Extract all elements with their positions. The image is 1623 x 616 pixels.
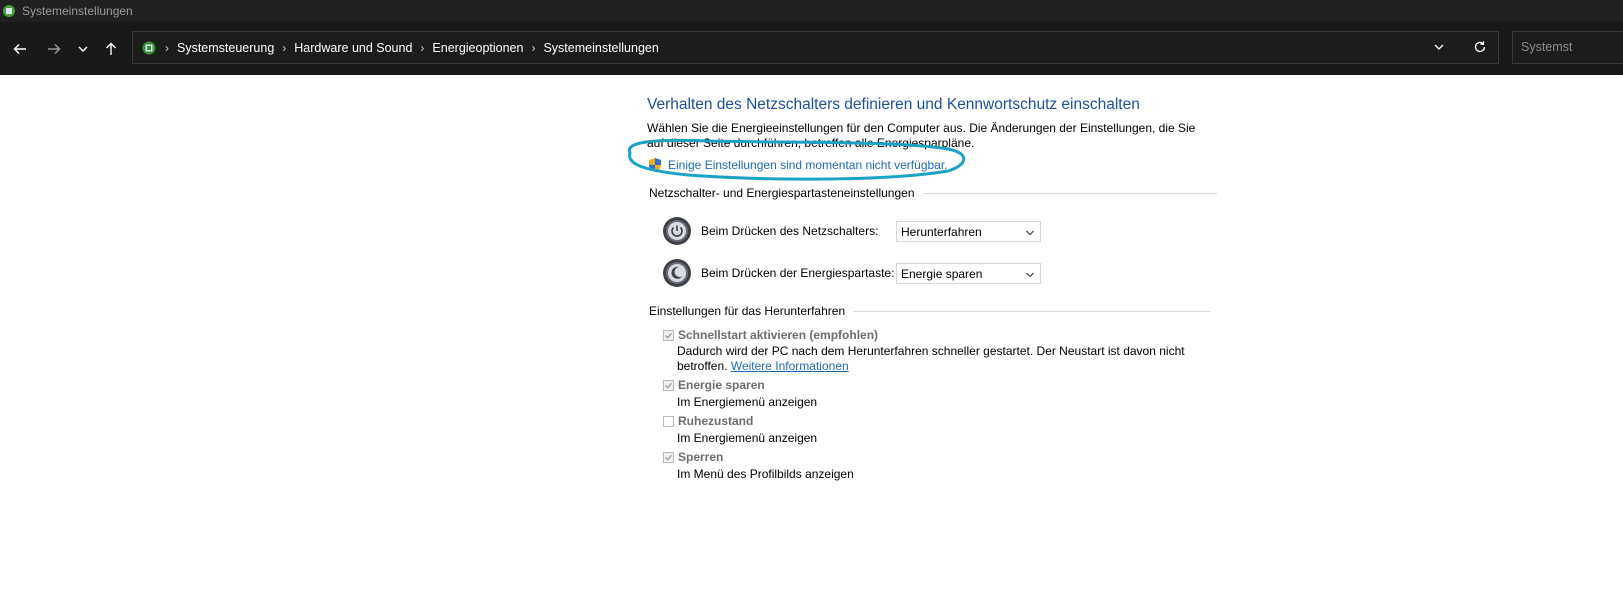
divider: [922, 192, 1217, 194]
fast-startup-description: Dadurch wird der PC nach dem Herunterfah…: [677, 344, 1185, 358]
sleep-button-action-value: Energie sparen: [901, 267, 983, 281]
sleep-checkbox[interactable]: [663, 380, 674, 391]
sleep-button-icon: [663, 259, 691, 287]
power-button-icon: [663, 217, 691, 245]
unavailable-settings-label[interactable]: Einige Einstellungen sind momentan nicht…: [668, 158, 948, 172]
power-button-action-value: Herunterfahren: [901, 225, 982, 239]
power-button-action-select[interactable]: Herunterfahren: [896, 221, 1041, 242]
checkmark-icon: [665, 332, 672, 339]
hibernate-option-description: Im Energiemenü anzeigen: [677, 431, 818, 445]
chevron-right-icon[interactable]: ›: [531, 41, 535, 55]
page-title: Verhalten des Netzschalters definieren u…: [647, 96, 1140, 113]
hibernate-option-label: Ruhezustand: [678, 414, 754, 428]
page-description: Wählen Sie die Energieeinstellungen für …: [647, 121, 1196, 150]
breadcrumb: › Systemsteuerung › Hardware und Sound ›…: [163, 32, 659, 63]
sleep-option-label: Energie sparen: [678, 378, 765, 392]
checkmark-icon: [665, 382, 672, 389]
fast-startup-checkbox[interactable]: [663, 330, 674, 341]
control-panel-icon: [3, 5, 15, 17]
fast-startup-description-tail: betroffen.: [677, 359, 728, 373]
breadcrumb-item-systemsteuerung[interactable]: Systemsteuerung: [177, 41, 274, 55]
shutdown-section-title: Einstellungen für das Herunterfahren: [649, 304, 1211, 318]
sleep-option-description: Im Energiemenü anzeigen: [677, 395, 818, 409]
chevron-down-icon: [1026, 272, 1034, 278]
unavailable-settings-link[interactable]: Einige Einstellungen sind momentan nicht…: [647, 156, 948, 174]
back-button[interactable]: [9, 38, 31, 60]
section-title-label: Netzschalter- und Energiespartasteneinst…: [649, 186, 915, 200]
forward-button[interactable]: [43, 38, 65, 60]
refresh-icon[interactable]: [1473, 40, 1487, 54]
chevron-down-icon[interactable]: [1433, 41, 1445, 53]
arrow-left-icon: [13, 44, 26, 54]
section-title-label: Einstellungen für das Herunterfahren: [649, 304, 846, 318]
chevron-right-icon: ›: [165, 40, 169, 55]
fast-startup-label: Schnellstart aktivieren (empfohlen): [678, 328, 879, 342]
search-input[interactable]: Systemst: [1512, 31, 1623, 64]
arrow-up-icon: [106, 42, 116, 55]
hibernate-checkbox[interactable]: [663, 416, 674, 427]
sleep-button-label: Beim Drücken der Energiespartaste:: [701, 266, 895, 280]
sleep-button-action-select[interactable]: Energie sparen: [896, 263, 1041, 284]
lock-checkbox[interactable]: [663, 452, 674, 463]
more-info-link[interactable]: Weitere Informationen: [731, 359, 849, 373]
chevron-down-icon: [1026, 230, 1034, 236]
chevron-right-icon[interactable]: ›: [282, 41, 286, 55]
main-content: Verhalten des Netzschalters definieren u…: [0, 75, 1623, 616]
chevron-down-icon: [78, 46, 88, 52]
breadcrumb-item-energieoptionen[interactable]: Energieoptionen: [432, 41, 523, 55]
address-bar[interactable]: › Systemsteuerung › Hardware und Sound ›…: [132, 31, 1499, 64]
power-buttons-section-title: Netzschalter- und Energiespartasteneinst…: [649, 186, 1217, 200]
search-placeholder: Systemst: [1521, 40, 1573, 54]
uac-shield-icon: [649, 158, 661, 172]
control-panel-icon: [142, 41, 156, 55]
breadcrumb-item-hardware-und-sound[interactable]: Hardware und Sound: [294, 41, 412, 55]
lock-option-description: Im Menü des Profilbilds anzeigen: [677, 467, 854, 481]
recent-locations-button[interactable]: [72, 38, 94, 60]
chevron-right-icon[interactable]: ›: [420, 41, 424, 55]
lock-option-label: Sperren: [678, 450, 724, 464]
checkmark-icon: [665, 454, 672, 461]
breadcrumb-item-systemeinstellungen[interactable]: Systemeinstellungen: [543, 41, 658, 55]
up-button[interactable]: [100, 38, 122, 60]
window-title: Systemeinstellungen: [22, 4, 133, 18]
arrow-right-icon: [48, 44, 61, 54]
navigation-bar: › Systemsteuerung › Hardware und Sound ›…: [0, 22, 1623, 75]
power-button-label: Beim Drücken des Netzschalters:: [701, 224, 879, 238]
title-bar: Systemeinstellungen: [0, 0, 1623, 22]
divider: [853, 310, 1211, 312]
fast-startup-description-2: betroffen. Weitere Informationen: [677, 359, 849, 374]
